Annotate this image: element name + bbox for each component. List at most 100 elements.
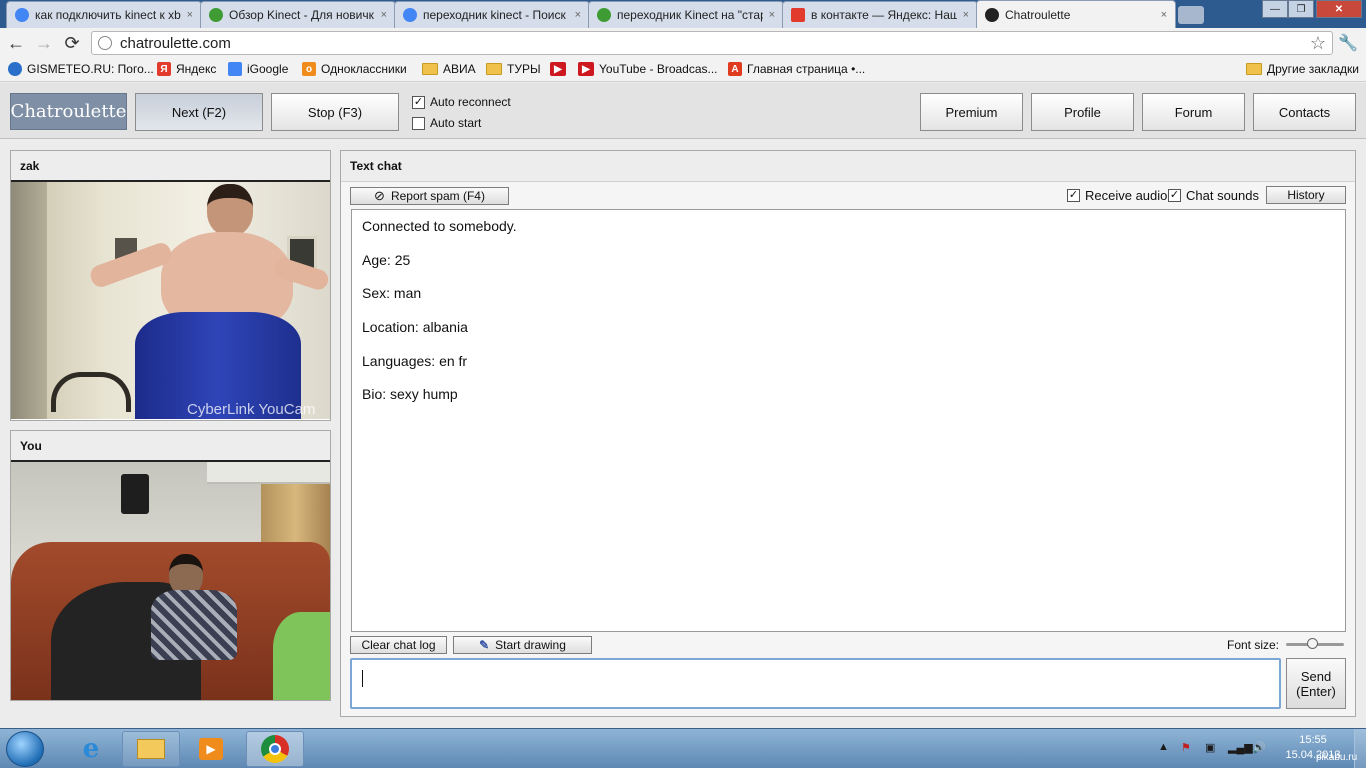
yandex-favicon-icon [791,8,805,22]
bookmark-label: YouTube - Broadcas... [599,62,718,76]
bookmark-folder-tury[interactable]: ТУРЫ [486,62,541,76]
taskbar-explorer[interactable] [122,731,180,767]
chat-sounds-checkbox[interactable]: ✓ Chat sounds [1168,188,1259,203]
auto-reconnect-checkbox[interactable]: ✓ Auto reconnect [412,95,511,109]
browser-tab[interactable]: переходник Kinect на "стар × [588,1,784,28]
minimize-button[interactable]: — [1262,0,1288,18]
tab-close-icon[interactable]: × [769,9,775,21]
bookmark-yandex[interactable]: Я Яндекс [157,62,216,76]
forward-button[interactable]: → [33,32,55,54]
app-header: Chatroulette Next (F2) Stop (F3) ✓ Auto … [0,83,1366,139]
font-size-slider[interactable] [1286,638,1344,649]
slider-knob[interactable] [1307,638,1319,649]
taskbar-ie[interactable]: e [62,731,120,767]
forum-button[interactable]: Forum [1142,93,1245,131]
checkbox-box[interactable]: ✓ [1168,189,1181,202]
self-webcam-video [11,462,330,700]
profile-button[interactable]: Profile [1031,93,1134,131]
bookmark-youtube-icon-only[interactable]: ▶ [550,62,571,76]
bookmark-label: Одноклассники [321,62,407,76]
address-bar[interactable]: chatroulette.com ☆ [91,31,1333,55]
message-input[interactable] [350,658,1281,709]
browser-tab-active[interactable]: Chatroulette × [976,0,1176,28]
chat-line: Location: albania [362,319,468,336]
chat-line: Languages: en fr [362,352,468,369]
bookmark-youtube[interactable]: ▶ YouTube - Broadcas... [578,62,718,76]
text-chat-title: Text chat [341,151,1355,182]
history-button[interactable]: History [1266,186,1346,204]
network-adapter-icon[interactable]: ▣ [1205,741,1215,754]
premium-button[interactable]: Premium [920,93,1023,131]
tab-close-icon[interactable]: × [187,9,193,21]
start-button[interactable] [6,731,44,767]
door [11,182,47,419]
wrench-icon[interactable]: 🔧 [1338,33,1358,53]
media-player-icon: ▶ [199,738,223,760]
bookmark-igoogle[interactable]: iGoogle [228,62,288,76]
pencil-icon: ✎ [479,638,490,652]
browser-toolbar: ← → ⟳ chatroulette.com ☆ 🔧 [0,28,1366,58]
tab-close-icon[interactable]: × [963,9,969,21]
stop-button[interactable]: Stop (F3) [271,93,399,131]
next-button[interactable]: Next (F2) [135,93,263,131]
youtube-icon: ▶ [550,62,566,76]
checkbox-box[interactable] [412,116,425,130]
maximize-button[interactable]: ❐ [1288,0,1314,18]
contacts-button[interactable]: Contacts [1253,93,1356,131]
report-spam-label: Report spam (F4) [390,189,485,203]
clear-chat-log-button[interactable]: Clear chat log [350,636,447,654]
reload-button[interactable]: ⟳ [61,32,83,54]
checkbox-box[interactable]: ✓ [412,95,425,109]
taskbar-chrome[interactable] [246,731,304,767]
bookmark-gismeteo[interactable]: GISMETEO.RU: Пого... [8,62,154,76]
tab-close-icon[interactable]: × [1161,9,1167,21]
checkbox-box[interactable]: ✓ [1067,189,1080,202]
self-video-panel: You [10,430,331,701]
bookmark-main-page[interactable]: A Главная страница •... [728,62,865,76]
taskbar-media-player[interactable]: ▶ [182,731,240,767]
send-shortcut-label: (Enter) [1296,683,1336,699]
start-drawing-button[interactable]: ✎ Start drawing [453,636,592,654]
folder-icon [486,63,502,75]
green-object [273,612,330,700]
yandex-icon: Я [157,62,171,76]
tab-close-icon[interactable]: × [381,9,387,21]
person-shirt [151,590,237,660]
tab-label: как подключить kinect к xb [35,8,181,22]
url-text[interactable]: chatroulette.com [120,35,1310,52]
folder-icon [137,739,165,759]
bookmark-label: Главная страница •... [747,62,866,76]
clock-time: 15:55 [1299,734,1327,746]
back-button[interactable]: ← [5,32,27,54]
signal-icon[interactable]: ▂▄▆ [1228,741,1253,754]
bookmark-label: АВИА [443,62,476,76]
auto-start-checkbox[interactable]: Auto start [412,116,481,130]
receive-audio-checkbox[interactable]: ✓ Receive audio [1067,188,1167,203]
flag-icon[interactable]: ⚑ [1181,741,1191,754]
chat-sounds-label: Chat sounds [1186,188,1259,203]
chat-line: Connected to somebody. [362,218,517,234]
bookmark-odnoklassniki[interactable]: о Одноклассники [302,62,407,76]
new-tab-button[interactable] [1178,6,1204,24]
browser-tab[interactable]: Обзор Kinect - Для новичк × [200,1,396,28]
chatroulette-logo[interactable]: Chatroulette [10,93,127,130]
youtube-icon: ▶ [578,62,594,76]
send-button[interactable]: Send (Enter) [1286,658,1346,709]
browser-tab[interactable]: переходник kinect - Поиск × [394,1,590,28]
chrome-center [269,743,281,755]
other-bookmarks[interactable]: Другие закладки [1246,62,1359,76]
odnoklassniki-icon: о [302,62,316,76]
other-bookmarks-label: Другие закладки [1267,62,1359,76]
chat-line: Sex: man [362,285,422,302]
report-spam-button[interactable]: ⊘ Report spam (F4) [350,187,509,205]
tab-close-icon[interactable]: × [575,9,581,21]
bookmark-folder-avia[interactable]: АВИА [422,62,476,76]
browser-tab[interactable]: как подключить kinect к xb × [6,1,202,28]
browser-tab[interactable]: в контакте — Яндекс: Наш × [782,1,978,28]
volume-icon[interactable]: 🔊 [1252,741,1266,754]
tray-arrow-icon[interactable]: ▲ [1158,741,1169,753]
close-window-button[interactable]: ✕ [1316,0,1362,18]
bookmark-label: GISMETEO.RU: Пого... [27,62,154,76]
star-icon[interactable]: ☆ [1310,33,1326,54]
tab-label: в контакте — Яндекс: Наш [811,8,957,22]
